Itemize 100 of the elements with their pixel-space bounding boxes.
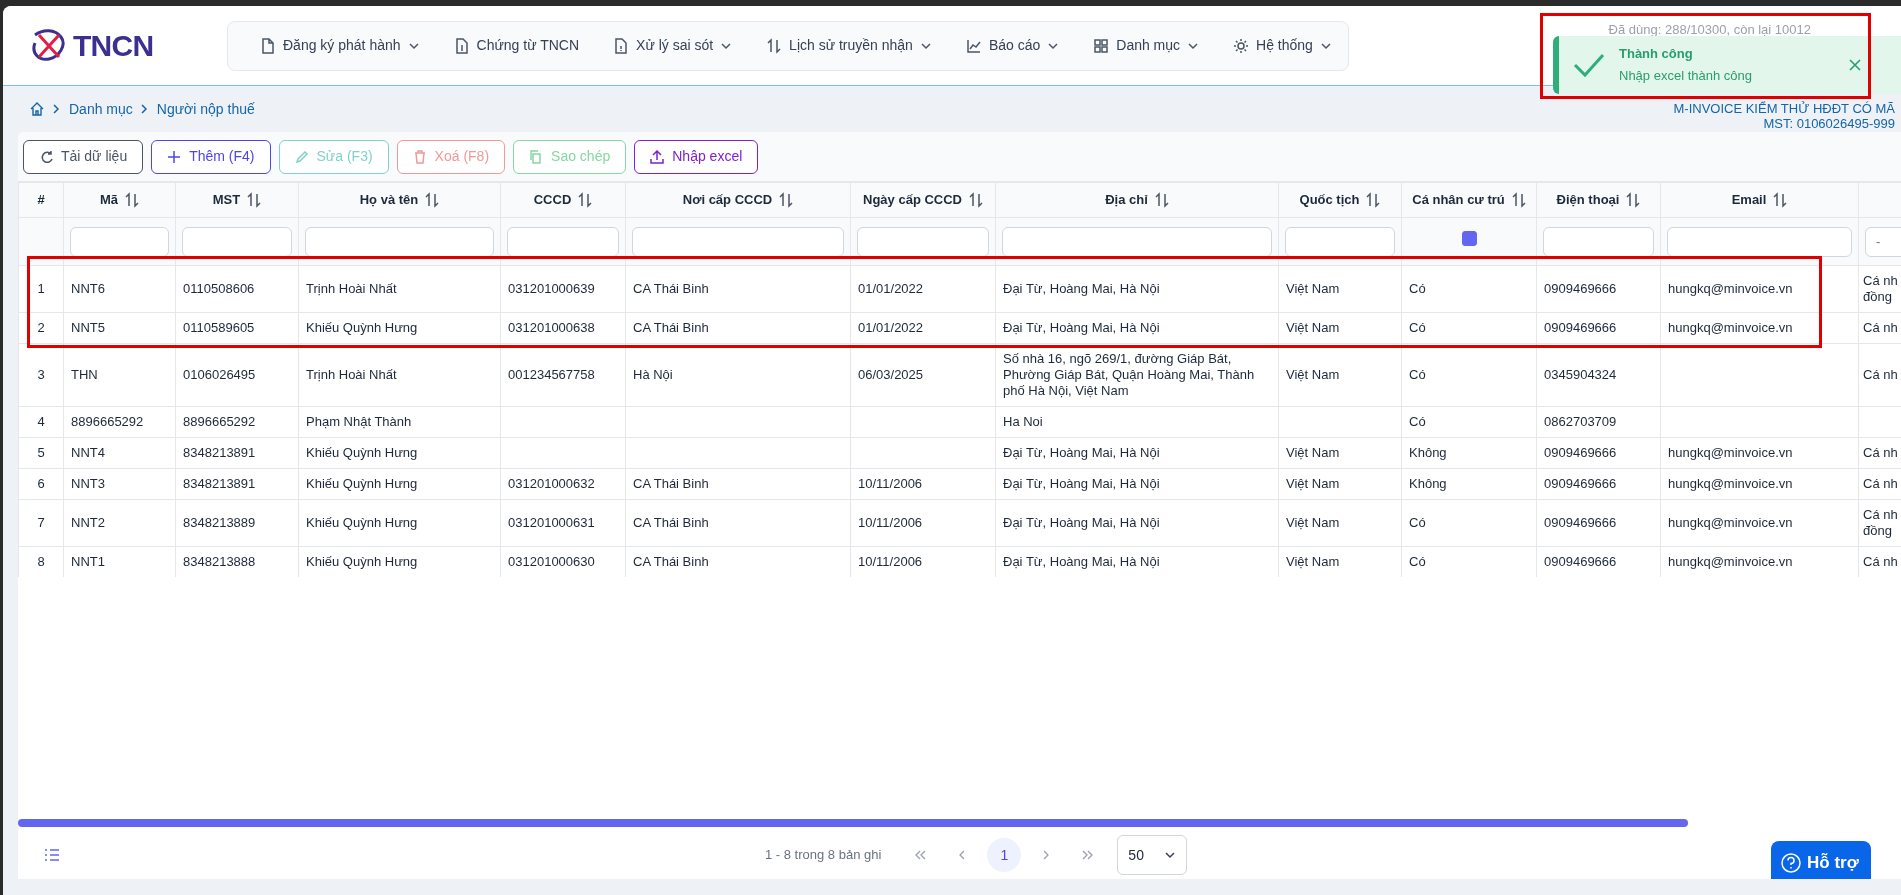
close-icon xyxy=(1848,58,1862,72)
sort-icon xyxy=(779,192,794,208)
row-number: 1 xyxy=(37,281,45,296)
toast-title: Thành công xyxy=(1619,45,1694,63)
table-cell: Khiếu Quỳnh Hưng xyxy=(306,515,418,530)
table-cell: THN xyxy=(71,367,98,382)
table-cell: Đại Từ, Hoàng Mai, Hà Nội xyxy=(1003,445,1160,460)
filter-field[interactable] xyxy=(632,226,844,257)
menu-item[interactable]: Xử lý sai sót xyxy=(601,27,745,64)
filter-field[interactable] xyxy=(1543,226,1654,257)
chevron-left-icon xyxy=(958,850,967,860)
column-header[interactable]: Mã xyxy=(99,190,119,210)
row-number: 3 xyxy=(37,367,45,382)
table-cell: Hà Nội xyxy=(633,367,673,382)
table-cell: CA Thái Binh xyxy=(633,281,709,296)
table-cell: NNT3 xyxy=(71,476,105,491)
row-number: 8 xyxy=(37,554,45,569)
tncn-logo[interactable]: TNCN xyxy=(29,23,204,68)
menu-item[interactable]: Lịch sử truyền nhận xyxy=(754,27,944,64)
grid-icon xyxy=(1093,37,1110,54)
sort-icon xyxy=(1366,192,1381,208)
logo-text: TNCN xyxy=(73,28,154,64)
table-cell: 0909469666 xyxy=(1544,281,1617,296)
table-cell: hungkq@minvoice.vn xyxy=(1668,554,1793,569)
menu-item[interactable]: Báo cáo xyxy=(953,27,1072,64)
chart-icon xyxy=(965,37,982,54)
table-cell: Việt Nam xyxy=(1286,476,1340,491)
table-cell: Đại Từ, Hoàng Mai, Hà Nội xyxy=(1003,515,1160,530)
upload-icon xyxy=(650,149,665,164)
sort-icon xyxy=(1626,192,1641,208)
filter-field[interactable] xyxy=(70,226,169,257)
toolbar-button[interactable]: Nhập excel xyxy=(634,139,759,174)
table-cell: Có xyxy=(1409,320,1426,335)
filter-field[interactable] xyxy=(1002,226,1272,257)
chevron-right-icon xyxy=(1042,850,1051,860)
column-header[interactable]: Họ và tên xyxy=(359,190,419,210)
close-button[interactable] xyxy=(1847,57,1863,73)
filter-field[interactable] xyxy=(1285,226,1395,257)
column-header[interactable]: Địa chỉ xyxy=(1105,190,1148,210)
record-count: 1 - 8 trong 8 bản ghi xyxy=(765,846,882,865)
table-cell: 10/11/2006 xyxy=(858,515,923,530)
table-cell: Có xyxy=(1409,281,1426,296)
horizontal-scrollbar[interactable] xyxy=(18,819,1688,827)
company-name: M-INVOICE KIỂM THỬ HĐĐT CÓ MÃ xyxy=(1673,101,1895,116)
table-cell: Cá nh xyxy=(1863,554,1898,569)
table-cell: CA Thái Binh xyxy=(633,554,709,569)
table-cell: 0909469666 xyxy=(1544,476,1617,491)
filter-dropdown[interactable]: - xyxy=(1865,226,1901,257)
table-cell: 001234567758 xyxy=(508,367,595,382)
table-cell: 01/01/2022 xyxy=(858,320,924,335)
question-icon xyxy=(1781,853,1801,873)
menu-item[interactable]: Chứng từ TNCN xyxy=(441,27,592,64)
settings-icon xyxy=(1233,37,1250,54)
help-button[interactable]: Hỗ trợ xyxy=(1771,841,1871,879)
table-cell: 0909469666 xyxy=(1544,515,1617,530)
filter-checkbox[interactable] xyxy=(1461,231,1477,247)
column-header[interactable]: Email xyxy=(1731,190,1767,210)
filter-field[interactable] xyxy=(507,226,619,257)
table-cell: Trịnh Hoài Nhất xyxy=(306,281,397,296)
column-header[interactable]: # xyxy=(37,190,45,210)
menu-item[interactable]: Danh mục xyxy=(1081,27,1212,64)
table-cell: NNT1 xyxy=(71,554,105,569)
table-cell: Đại Từ, Hoàng Mai, Hà Nội xyxy=(1003,554,1160,569)
table-cell: 8896665292 xyxy=(71,414,144,429)
filter-field[interactable] xyxy=(305,226,494,257)
home-icon[interactable] xyxy=(29,101,45,117)
table-cell: 0862703709 xyxy=(1544,414,1617,429)
filter-field[interactable] xyxy=(857,226,989,257)
table-cell: Khiếu Quỳnh Hưng xyxy=(306,554,418,569)
table-cell: Cá nh xyxy=(1863,476,1898,491)
menu-item[interactable]: Hệ thống xyxy=(1221,27,1344,64)
table-cell: Khiếu Quỳnh Hưng xyxy=(306,445,418,460)
pencil-icon xyxy=(294,149,309,164)
breadcrumb-link[interactable]: Người nộp thuế xyxy=(156,98,255,120)
column-header[interactable]: MST xyxy=(212,190,241,210)
table-cell: CA Thái Binh xyxy=(633,320,709,335)
table-cell: Ha Noi xyxy=(1003,414,1043,429)
filter-field[interactable] xyxy=(1667,226,1852,257)
page-button[interactable]: 1 xyxy=(987,838,1022,872)
sort-icon xyxy=(578,192,593,208)
toolbar-button[interactable]: Thêm (F4) xyxy=(151,139,271,174)
table-cell: NNT5 xyxy=(71,320,105,335)
menu-item[interactable]: Đăng ký phát hành xyxy=(248,27,432,64)
usage-text: Đã dùng: 288/10300, còn lại 10012 xyxy=(1608,22,1811,37)
table-cell: Có xyxy=(1409,414,1426,429)
table-cell: 01/01/2022 xyxy=(858,281,924,296)
breadcrumb-link[interactable]: Danh mục xyxy=(69,98,133,120)
table-cell: hungkq@minvoice.vn xyxy=(1668,445,1793,460)
table-cell: Số nhà 16, ngõ 269/1, đường Giáp Bát, Phường Giáp Bát, Quận Hoàng Mai, Thành phố Hà Nội, Việt Nam xyxy=(1003,351,1255,398)
table-cell: hungkq@minvoice.vn xyxy=(1668,476,1793,491)
column-header[interactable]: CCCD xyxy=(533,190,572,210)
table-cell: 8896665292 xyxy=(183,414,256,429)
list-icon[interactable] xyxy=(44,848,60,862)
filter-field[interactable] xyxy=(182,226,292,257)
table-cell: CA Thái Binh xyxy=(633,476,709,491)
sort-icon xyxy=(1154,192,1169,208)
row-number: 7 xyxy=(37,515,45,530)
page-size-dropdown[interactable]: 50 xyxy=(1117,835,1188,875)
table-cell: NNT4 xyxy=(71,445,105,460)
toolbar-button[interactable]: Tải dữ liệu xyxy=(23,139,144,174)
